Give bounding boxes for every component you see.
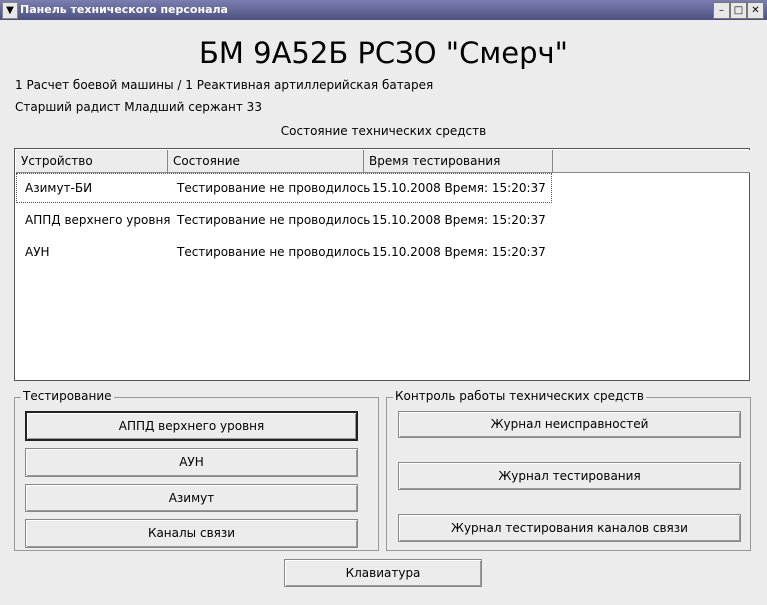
test-channels-button[interactable]: Каналы связи xyxy=(25,519,358,548)
row-state: Тестирование не проводилось xyxy=(177,213,371,227)
table-row[interactable]: Азимут-БИ Тестирование не проводилось 15… xyxy=(16,173,552,203)
window-title: Панель технического персонала xyxy=(20,3,228,16)
minimize-icon[interactable]: – xyxy=(713,2,730,19)
close-icon[interactable]: ✕ xyxy=(747,2,764,19)
row-time: 15.10.2008 Время: 15:20:37 xyxy=(372,245,546,259)
table-header: Устройство Состояние Время тестирования xyxy=(16,150,750,173)
row-device: АППД верхнего уровня xyxy=(25,213,171,227)
table-row[interactable]: АУН Тестирование не проводилось 15.10.20… xyxy=(16,237,552,267)
column-header-device[interactable]: Устройство xyxy=(16,150,168,172)
test-log-button[interactable]: Журнал тестирования xyxy=(398,462,741,490)
column-header-state[interactable]: Состояние xyxy=(168,150,364,172)
testing-group-label: Тестирование xyxy=(21,389,114,403)
row-state: Тестирование не проводилось xyxy=(177,245,371,259)
row-time: 15.10.2008 Время: 15:20:37 xyxy=(372,213,546,227)
test-appd-button[interactable]: АППД верхнего уровня xyxy=(25,411,358,441)
testing-group: Тестирование АППД верхнего уровня АУН Аз… xyxy=(14,389,379,551)
unit-info: 1 Расчет боевой машины / 1 Реактивная ар… xyxy=(15,78,434,92)
maximize-icon[interactable]: □ xyxy=(730,2,747,19)
status-table[interactable]: Устройство Состояние Время тестирования … xyxy=(14,148,750,381)
fault-log-button[interactable]: Журнал неисправностей xyxy=(398,411,741,438)
test-azimuth-button[interactable]: Азимут xyxy=(25,484,358,512)
title-bar: ▼ Панель технического персонала – □ ✕ xyxy=(0,0,767,20)
row-device: АУН xyxy=(25,245,50,259)
row-device: Азимут-БИ xyxy=(25,181,93,195)
control-group-label: Контроль работы технических средств xyxy=(393,389,646,403)
control-group: Контроль работы технических средств Журн… xyxy=(386,389,751,551)
keyboard-button[interactable]: Клавиатура xyxy=(284,559,482,587)
main-window: БМ 9А52Б РСЗО "Смерч" 1 Расчет боевой ма… xyxy=(0,20,767,605)
status-title: Состояние технических средств xyxy=(280,124,487,138)
window-menu-icon[interactable]: ▼ xyxy=(2,2,18,19)
page-title: БМ 9А52Б РСЗО "Смерч" xyxy=(199,36,568,70)
channel-test-log-button[interactable]: Журнал тестирования каналов связи xyxy=(398,514,741,542)
test-aun-button[interactable]: АУН xyxy=(25,448,358,477)
row-state: Тестирование не проводилось xyxy=(177,181,371,195)
table-row[interactable]: АППД верхнего уровня Тестирование не про… xyxy=(16,205,552,235)
operator-info: Старший радист Младший сержант 33 xyxy=(15,100,262,114)
row-time: 15.10.2008 Время: 15:20:37 xyxy=(372,181,546,195)
column-header-time[interactable]: Время тестирования xyxy=(364,150,553,172)
